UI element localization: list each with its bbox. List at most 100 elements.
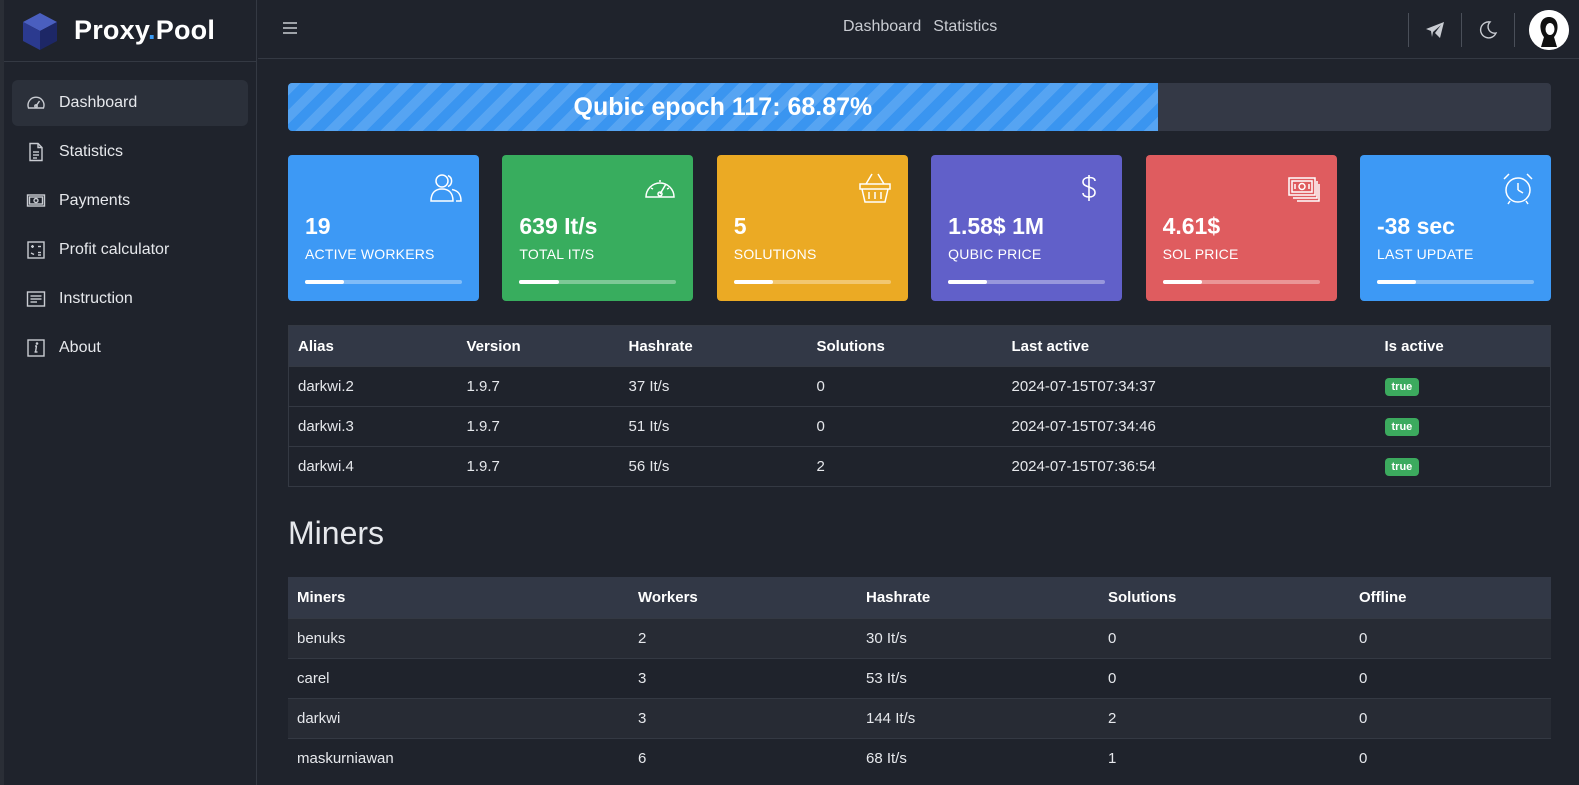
main-content: Qubic epoch 117: 68.87% 19 Active worker… [288,83,1551,778]
topbar-actions [1408,0,1579,59]
card-total-its: 639 It/s Total It/s [502,155,694,301]
sidebar-item-profit-calculator[interactable]: Profit calculator [12,227,248,273]
card-label: SOL price [1162,246,1239,262]
card-label: Active workers [305,246,435,262]
cell-alias: darkwi.3 [288,406,458,447]
card-progress-bar [1376,280,1534,284]
cell-solutions: 1 [1099,737,1350,778]
gauge-icon [27,96,45,109]
table-row: darkwi.2 1.9.7 37 It/s 0 2024-07-15T07:3… [288,366,1551,407]
cell-miner: benuks [288,617,629,658]
sidebar-item-about[interactable]: About [12,325,248,371]
cell-is-active: true [1375,446,1551,487]
top-link-dashboard[interactable]: Dashboard [843,18,921,35]
column-header[interactable]: Solutions [1099,577,1350,618]
sidebar-item-statistics[interactable]: Statistics [12,129,248,175]
avatar-icon [1529,9,1569,50]
cash-icon [26,194,46,207]
cell-hashrate: 53 It/s [857,657,1099,698]
calculator-icon [27,241,45,259]
cell-solutions: 0 [807,406,1003,447]
brand[interactable]: Proxy.Pool [4,0,256,62]
sidebar-item-label: About [59,339,101,356]
alarm-icon [1503,173,1533,205]
cell-last-active: 2024-07-15T07:34:37 [1002,366,1376,407]
user-avatar[interactable] [1529,9,1569,50]
card-last-update: -38 sec Last update [1359,155,1551,301]
miners-table: Miners Workers Hashrate Solutions Offlin… [288,577,1551,778]
users-icon [430,174,462,202]
column-header[interactable]: Offline [1350,577,1551,618]
cell-hashrate: 56 It/s [619,446,808,487]
hamburger-menu-icon[interactable] [280,19,300,37]
card-active-workers: 19 Active workers [288,155,479,301]
card-value: 4.61$ [1162,213,1221,239]
column-header[interactable]: Version [457,325,620,367]
cube-logo-icon [23,12,57,50]
table-row: carel 3 53 It/s 0 0 [288,657,1551,698]
dollar-icon [1082,175,1096,201]
card-progress-bar [519,280,677,284]
card-progress-bar [733,280,891,284]
sidebar-item-instruction[interactable]: Instruction [12,276,248,322]
cell-workers: 3 [629,697,857,738]
column-header[interactable]: Miners [288,577,629,618]
column-header[interactable]: Workers [629,577,857,618]
table-header-row: Alias Version Hashrate Solutions Last ac… [288,325,1551,367]
status-badge: true [1384,458,1420,476]
theme-toggle-button[interactable] [1462,20,1514,40]
table-row: darkwi.3 1.9.7 51 It/s 0 2024-07-15T07:3… [288,406,1551,447]
cell-hashrate: 51 It/s [619,406,808,447]
sidebar-item-label: Statistics [59,143,124,160]
table-row: darkwi 3 144 It/s 2 0 [288,697,1551,738]
card-label: Solutions [733,246,817,262]
cell-miner: carel [288,657,629,698]
divider [1514,12,1515,47]
card-label: Last update [1376,246,1474,262]
card-progress-bar [948,280,1106,284]
sidebar-item-dashboard[interactable]: Dashboard [12,80,248,126]
column-header[interactable]: Is active [1375,325,1551,367]
telegram-button[interactable] [1409,20,1461,40]
document-icon [29,142,43,162]
epoch-progress-bar: Qubic epoch 117: 68.87% [288,83,1551,131]
moon-icon [1479,20,1498,39]
sidebar-item-label: Dashboard [59,94,138,111]
cell-solutions: 2 [807,446,1003,487]
card-label: Total It/s [519,246,595,262]
cell-solutions: 0 [1099,657,1350,698]
info-icon [27,339,45,357]
cell-workers: 2 [629,617,857,658]
top-link-statistics[interactable]: Statistics [933,18,997,35]
card-value: 639 It/s [519,213,598,239]
card-progress-fill [519,280,559,284]
column-header[interactable]: Solutions [807,325,1003,367]
sidebar-item-label: Instruction [59,290,133,307]
column-header[interactable]: Alias [288,325,458,367]
cell-alias: darkwi.2 [288,366,458,407]
cell-offline: 0 [1350,697,1551,738]
cell-solutions: 0 [1099,617,1350,658]
table-header-row: Miners Workers Hashrate Solutions Offlin… [288,577,1551,618]
card-solutions: 5 Solutions [716,155,908,301]
basket-icon [859,173,891,203]
column-header[interactable]: Last active [1002,325,1376,367]
cell-workers: 6 [629,737,857,778]
table-row: maskurniawan 6 68 It/s 1 0 [288,737,1551,778]
card-value: 1.58$ 1M [948,213,1045,239]
cell-offline: 0 [1350,737,1551,778]
top-nav-links: Dashboard Statistics [843,18,1009,36]
column-header[interactable]: Hashrate [619,325,808,367]
table-row: darkwi.4 1.9.7 56 It/s 2 2024-07-15T07:3… [288,446,1551,487]
cell-solutions: 0 [807,366,1003,407]
status-badge: true [1384,378,1420,396]
brand-name: Proxy.Pool [74,15,216,45]
cell-is-active: true [1375,366,1551,407]
card-qubic-price: 1.58$ 1M Qubic price [931,155,1123,301]
status-badge: true [1384,418,1420,436]
cell-hashrate: 68 It/s [857,737,1099,778]
card-progress-fill [1162,280,1202,284]
cell-workers: 3 [629,657,857,698]
sidebar-item-payments[interactable]: Payments [12,178,248,224]
column-header[interactable]: Hashrate [857,577,1099,618]
